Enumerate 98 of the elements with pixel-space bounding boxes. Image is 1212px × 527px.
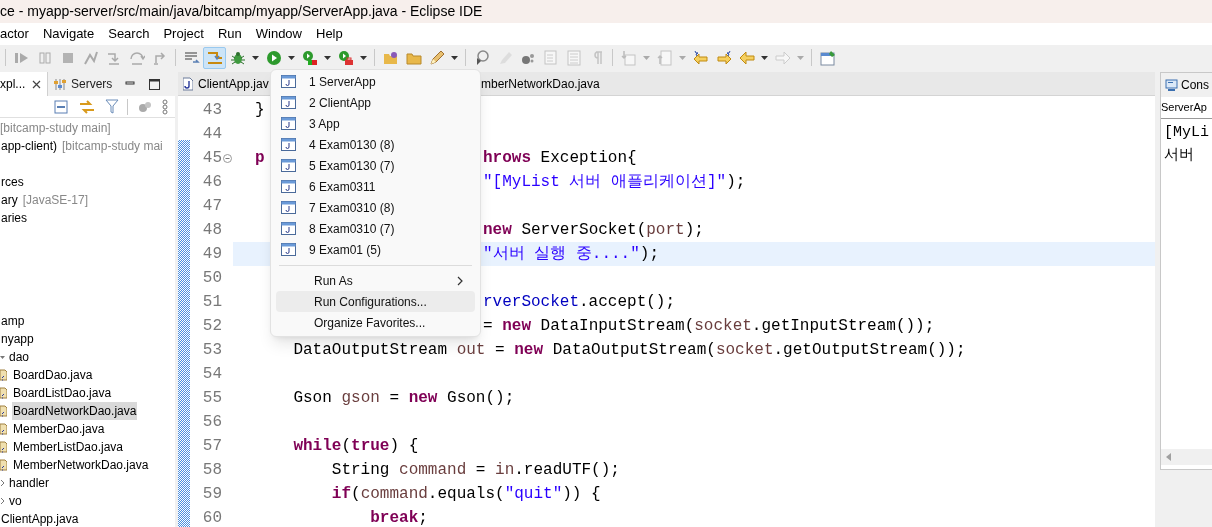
tree-item[interactable]: amp [0,312,26,330]
console-launch-label: ServerAp [1161,100,1207,116]
menu-item[interactable]: 6 Exam0311 [276,176,475,197]
java-file-icon [0,368,7,382]
editor-tab[interactable]: mberNetworkDao.java [481,71,600,96]
java-file-icon [183,76,193,91]
maximize-icon[interactable] [149,78,160,90]
java-file-icon [0,458,7,472]
line-number: 44 [201,124,222,145]
tree-item[interactable]: ClientApp.java [0,510,80,527]
line-number: 59 [201,484,222,505]
java-file-icon [0,386,7,400]
tree-item[interactable]: nyapp [0,330,35,348]
line-number: 56 [201,412,222,433]
menu-item[interactable]: Navigate [42,24,95,44]
caret-icon[interactable] [357,54,370,61]
menu-item[interactable]: Search [108,24,150,44]
fold-icon[interactable] [223,153,232,163]
submenu-chevron-icon [457,275,463,286]
java-file-icon [0,404,7,418]
java-app-icon [281,222,296,235]
java-app-icon [281,75,296,88]
tree-item[interactable]: MemberNetworkDao.java [12,456,150,474]
menu-item[interactable]: Organize Favorites... [276,312,475,333]
tree-item[interactable]: MemberDao.java [12,420,106,438]
tree-item[interactable]: ary [0,191,19,209]
tree-item[interactable]: BoardDao.java [12,366,94,384]
caret-icon[interactable] [285,54,298,61]
menu-item[interactable]: actor [0,24,29,44]
menu-item[interactable]: Project [163,24,204,44]
tree-item[interactable]: BoardNetworkDao.java [12,402,138,420]
line-number: 51 [201,292,222,313]
chevron-icon[interactable] [0,497,5,505]
tree-item[interactable]: BoardListDao.java [12,384,113,402]
menu-item[interactable]: 1 ServerApp [276,71,475,92]
tree-item[interactable]: vo [8,492,23,510]
console-output-line: [MyLi [1164,123,1210,143]
chevron-icon[interactable] [0,353,5,361]
java-file-icon [0,440,7,454]
chevron-icon[interactable] [0,479,5,487]
tree-item[interactable]: dao [8,348,31,366]
tree-item-decoration[interactable]: [bitcamp-study main] [0,119,111,137]
filter-icon[interactable] [105,99,119,114]
line-number: 47 [201,196,222,217]
servers-icon [54,77,66,91]
line-number: 60 [201,508,222,527]
menu-item[interactable]: Help [316,24,343,44]
caret-icon[interactable] [321,54,334,61]
menu-item[interactable]: 9 Exam01 (5) [276,239,475,260]
caret-icon[interactable] [249,54,262,61]
line-number: 57 [201,436,222,457]
tree-item[interactable]: rces [0,173,25,191]
collapse-all-icon[interactable] [54,99,68,114]
tree-item-decoration: [JavaSE-17] [22,192,89,209]
line-number: 55 [201,388,222,409]
line-number: 58 [201,460,222,481]
java-app-icon [281,180,296,193]
panel-tab[interactable]: xpl... [0,72,48,96]
tree-item[interactable]: aries [0,209,28,227]
editor-tab[interactable]: ClientApp.jav [178,71,270,96]
line-number: 52 [201,316,222,337]
line-number: 43 [201,100,222,121]
tree-item-decoration: [bitcamp-study mai [62,138,163,155]
menu-item[interactable]: Window [255,24,302,44]
panel-tab[interactable]: Servers [48,72,113,96]
tree-item[interactable]: handler [8,474,51,492]
view-menu-icon[interactable] [162,98,168,115]
monitor-icon [1165,78,1178,92]
menu-item[interactable]: Run As [276,270,475,291]
java-app-icon [281,243,296,256]
close-icon[interactable] [32,79,42,89]
line-number: 50 [201,268,222,289]
java-app-icon [281,138,296,151]
horizontal-scrollbar[interactable] [1161,449,1212,465]
menu-item[interactable]: Run [217,24,242,44]
java-app-icon [281,117,296,130]
caret-icon[interactable] [448,54,461,61]
line-number: 49 [201,244,222,265]
tree-item[interactable]: app-client) [0,137,59,155]
line-number: 54 [201,364,222,385]
console-output-line: 서버 [1164,146,1195,166]
menu-item[interactable]: Run Configurations... [276,291,475,312]
caret-icon[interactable] [758,54,771,61]
java-app-icon [281,159,296,172]
line-number: 45 [201,148,222,169]
java-file-icon [0,422,7,436]
java-app-icon [281,96,296,109]
window-title: ce - myapp-server/src/main/java/bitcamp/myapp/ServerApp.java - Eclipse IDE [0,2,483,21]
spheres-icon[interactable] [138,100,152,113]
menu-item[interactable]: 8 Exam0310 (7) [276,218,475,239]
link-arrows-icon[interactable] [79,99,95,114]
line-number: 46 [201,172,222,193]
menu-item[interactable]: 7 Exam0310 (8) [276,197,475,218]
tree-item[interactable]: MemberListDao.java [12,438,125,456]
line-number: 48 [201,220,222,241]
line-number: 53 [201,340,222,361]
scroll-left-icon[interactable] [1166,453,1172,461]
java-app-icon [281,201,296,214]
